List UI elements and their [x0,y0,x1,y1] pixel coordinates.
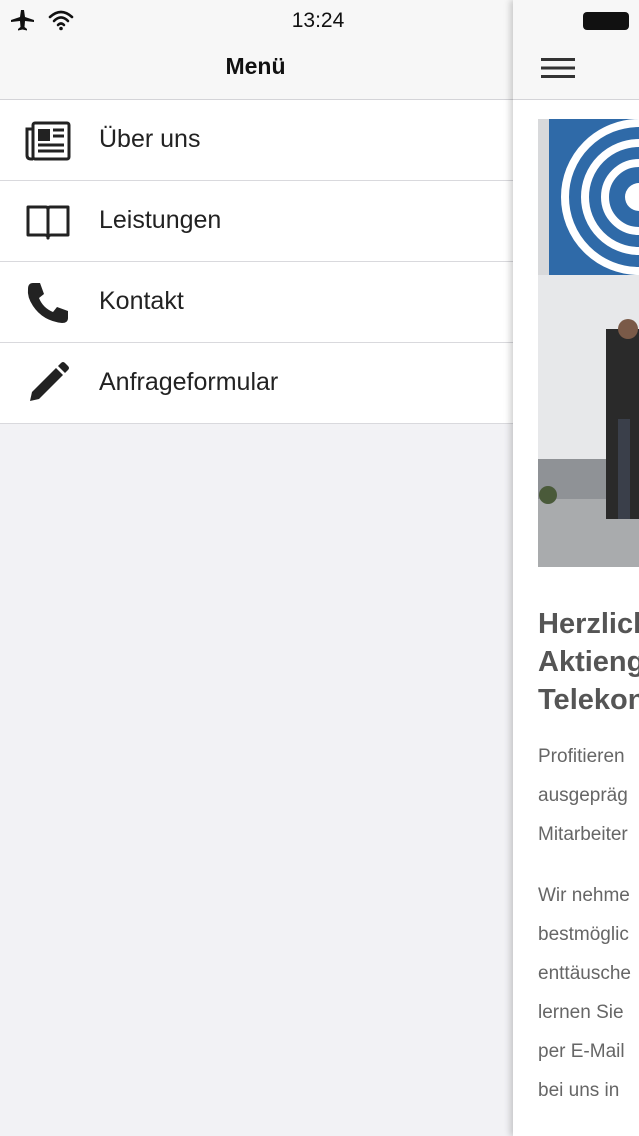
battery-icon [583,12,629,30]
menu-item-label: Über uns [99,125,201,153]
menu-item-label: Leistungen [99,206,222,234]
content-navbar [513,40,639,100]
content-status-bar [513,0,639,40]
hamburger-icon[interactable] [540,53,576,83]
side-menu-panel: 13:24 Menü Über uns Leistungen Kontakt A… [0,0,513,1136]
menu-item-kontakt[interactable]: Kontakt [0,262,513,343]
hero-image [538,119,639,567]
newspaper-icon [24,119,72,163]
welcome-heading: Herzlich Aktieng Telekon [538,608,639,716]
status-bar: 13:24 [0,0,513,40]
phone-icon [24,281,72,325]
menu-list: Über uns Leistungen Kontakt Anfrageformu… [0,100,513,424]
book-icon [24,200,72,244]
menu-item-label: Kontakt [99,287,184,315]
screen: 13:24 Menü Über uns Leistungen Kontakt A… [0,0,639,1136]
menu-item-label: Anfrageformular [99,368,279,396]
intro-paragraph: Profitieren ausgepräg Mitarbeiter [538,746,628,845]
menu-item-leistungen[interactable]: Leistungen [0,181,513,262]
content-panel[interactable]: Herzlich Aktieng Telekon Profitieren aus… [513,0,639,1136]
menu-item-ueber-uns[interactable]: Über uns [0,100,513,181]
menu-navbar: Menü [0,40,513,100]
menu-title: Menü [225,53,286,79]
pencil-icon [24,362,72,406]
menu-item-anfrageformular[interactable]: Anfrageformular [0,343,513,424]
second-paragraph: Wir nehme bestmöglic enttäusche lernen S… [538,885,631,1101]
